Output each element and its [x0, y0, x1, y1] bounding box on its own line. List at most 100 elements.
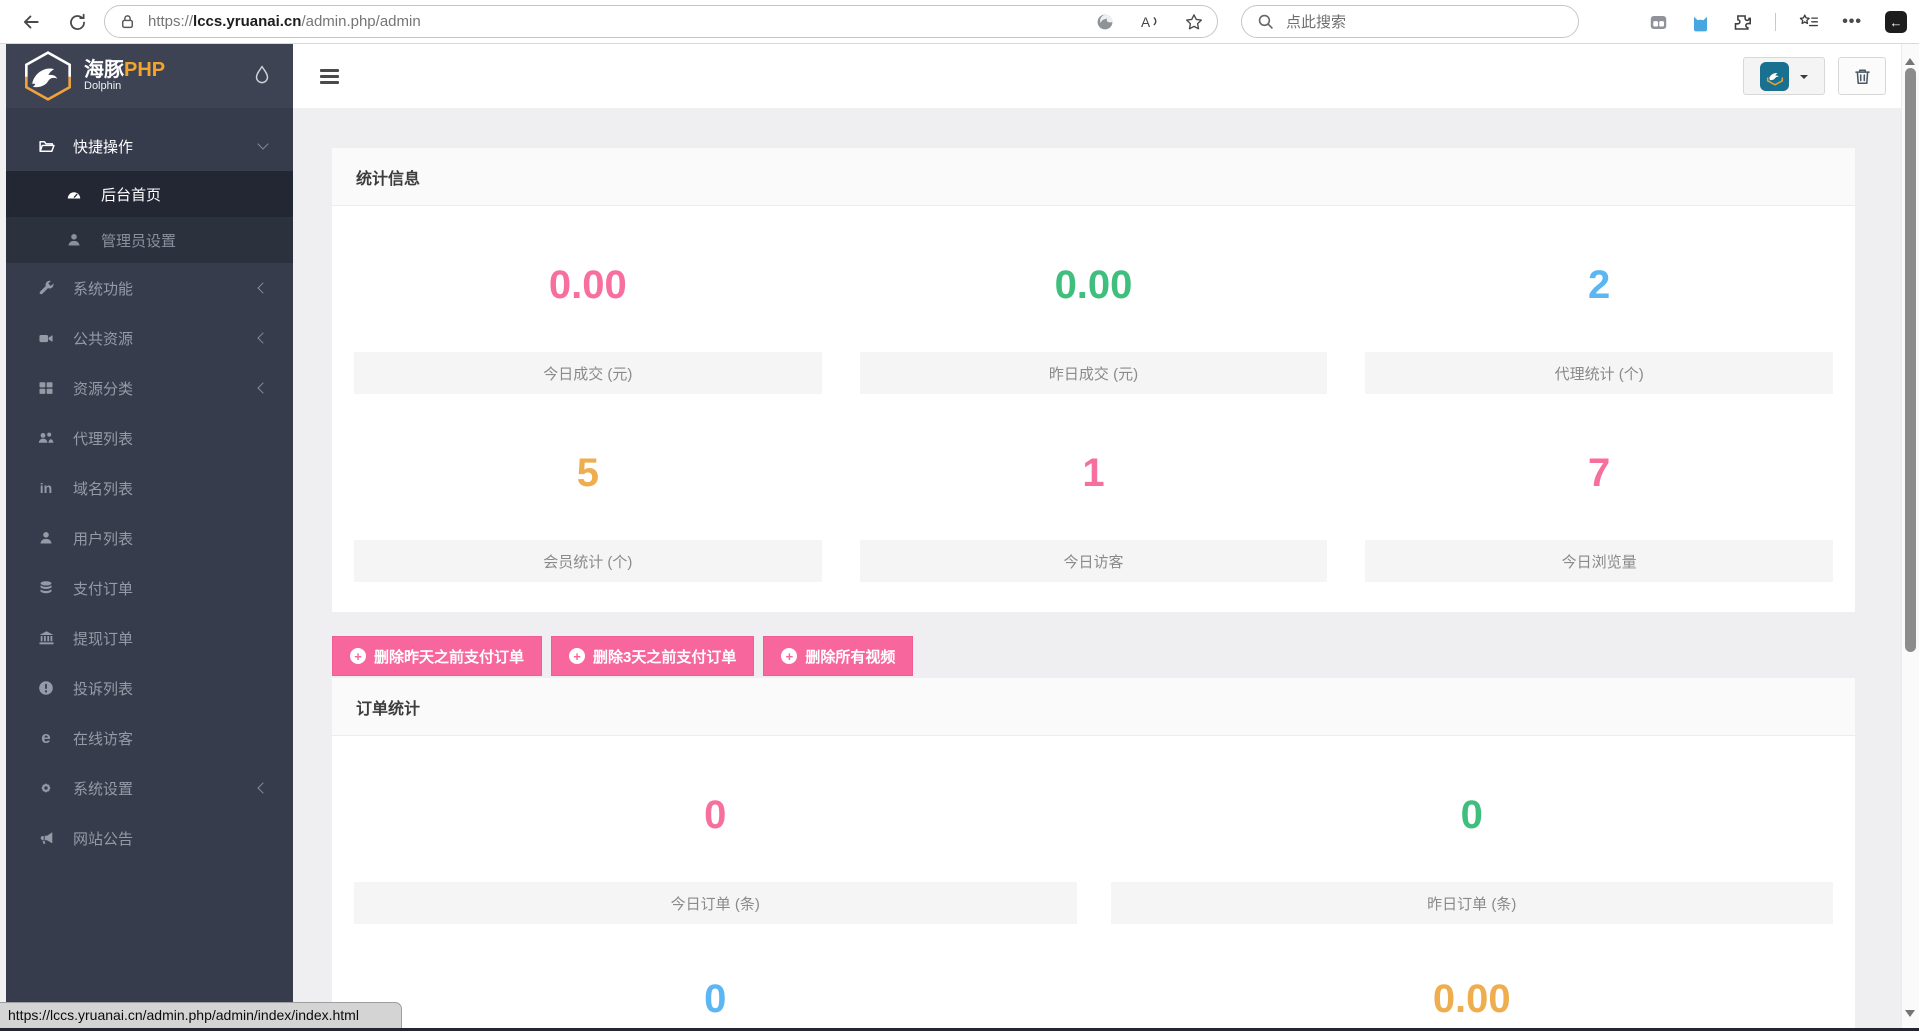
stat-value: 2 [1588, 263, 1611, 307]
sidebar-item-label: 投诉列表 [73, 680, 134, 698]
delete-all-videos-button[interactable]: + 删除所有视频 [763, 636, 914, 676]
search-box[interactable]: 点此搜索 [1241, 5, 1579, 38]
stat-value: 7 [1588, 451, 1611, 495]
logo-subtitle: Dolphin [84, 79, 122, 92]
sidebar-arrow-glyph: ← [1885, 11, 1907, 33]
screen: https://lccs.yruanai.cn/admin.php/admin … [0, 0, 1919, 1031]
extensions-puzzle-icon[interactable] [1733, 13, 1752, 32]
chevron-left-icon [257, 282, 269, 294]
search-icon [1258, 14, 1273, 29]
sidebar-item-user-list[interactable]: 用户列表 [6, 513, 293, 563]
logo-text: 海豚PHP Dolphin [84, 59, 165, 93]
caret-down-icon [1800, 74, 1808, 83]
scrollbar-thumb[interactable] [1905, 68, 1916, 652]
toolbar-divider [1775, 13, 1777, 31]
stat-cell: 2 代理统计 (个) [1365, 206, 1833, 394]
sidebar-item-label: 网站公告 [73, 830, 134, 848]
user-menu-button[interactable] [1743, 57, 1825, 95]
stat-cell: 1 今日访客 [859, 394, 1328, 582]
delete-pay-orders-before-yesterday-button[interactable]: + 删除昨天之前支付订单 [332, 636, 543, 676]
avatar [1760, 61, 1789, 91]
sidebar-item-label: 域名列表 [73, 480, 134, 498]
wrench-icon [36, 280, 56, 297]
search-placeholder: 点此搜索 [1286, 14, 1347, 31]
sidebar-item-label: 管理员设置 [101, 232, 177, 250]
stat-label: 今日访客 [859, 540, 1328, 582]
sidebar-toggle-button[interactable] [320, 69, 339, 87]
stat-cell: 7 今日浏览量 [1365, 394, 1833, 582]
scroll-up-arrow-icon[interactable] [1905, 53, 1915, 65]
sidebar-item-label: 支付订单 [73, 580, 134, 598]
browser-refresh-button[interactable] [62, 7, 92, 37]
more-menu-icon[interactable]: ••• [1842, 13, 1862, 31]
cat-extension-icon[interactable] [1691, 13, 1710, 32]
sidebar-item-quick-actions[interactable]: 快捷操作 [6, 121, 293, 171]
browser-action-icons: ••• ← [1649, 6, 1907, 38]
orders-grid: 0 今日订单 (条) 0 昨日订单 (条) 0 0.00 [332, 736, 1855, 1031]
read-aloud-icon[interactable]: A [1140, 13, 1159, 30]
user-icon [36, 530, 56, 546]
sidebar-item-public-resources[interactable]: 公共资源 [6, 313, 293, 363]
favorite-star-icon[interactable] [1185, 13, 1203, 31]
sidebar-item-withdrawal-orders[interactable]: 提现订单 [6, 613, 293, 663]
users-icon [36, 430, 56, 446]
split-tabs-icon[interactable] [1649, 13, 1668, 32]
stat-cell: 0.00 [1111, 924, 1834, 1030]
user-icon [64, 232, 84, 248]
folder-open-icon [36, 138, 56, 155]
sidebar-item-system-settings[interactable]: 系统设置 [6, 763, 293, 813]
sidebar-item-dashboard[interactable]: 后台首页 [6, 171, 293, 217]
sidebar-item-payment-orders[interactable]: 支付订单 [6, 563, 293, 613]
stat-cell: 5 会员统计 (个) [354, 394, 822, 582]
sidebar-item-label: 公共资源 [73, 330, 134, 348]
browser-toolbar: https://lccs.yruanai.cn/admin.php/admin … [0, 0, 1919, 44]
bulk-action-buttons: + 删除昨天之前支付订单 + 删除3天之前支付订单 + 删除所有视频 [332, 636, 1855, 676]
sidebar-menu: 快捷操作 后台首页 管理员设置 系统功能 公共资源 资源分类 代理列表 in 域… [6, 108, 293, 863]
button-label: 删除3天之前支付订单 [593, 648, 737, 666]
scrollbar[interactable] [1901, 44, 1919, 1031]
linkedin-icon: in [39, 480, 53, 496]
address-bar[interactable]: https://lccs.yruanai.cn/admin.php/admin … [104, 5, 1218, 38]
sidebar-item-online-visitors[interactable]: e 在线访客 [6, 713, 293, 763]
video-camera-icon [36, 331, 56, 346]
stats-grid: 0.00 今日成交 (元) 0.00 昨日成交 (元) 2 代理统计 (个) 5… [332, 206, 1855, 612]
chevron-left-icon [257, 332, 269, 344]
stat-label: 会员统计 (个) [354, 540, 822, 582]
stat-cell: 0 昨日订单 (条) [1110, 736, 1833, 924]
delete-pay-orders-before-3days-button[interactable]: + 删除3天之前支付订单 [551, 636, 755, 676]
button-label: 删除所有视频 [805, 648, 896, 666]
stats-card: 统计信息 0.00 今日成交 (元) 0.00 昨日成交 (元) 2 代理统计 … [332, 148, 1855, 612]
trash-icon [1854, 69, 1870, 84]
sidebar-item-domain-list[interactable]: in 域名列表 [6, 463, 293, 513]
quick-actions-submenu: 后台首页 管理员设置 [6, 171, 293, 263]
sidebar-item-system-functions[interactable]: 系统功能 [6, 263, 293, 313]
sidebar-item-label: 快捷操作 [73, 138, 134, 156]
favorites-bar-icon[interactable] [1799, 13, 1819, 31]
stat-value: 0 [704, 793, 727, 837]
sidebar-item-admin-settings[interactable]: 管理员设置 [6, 217, 293, 263]
status-bar-link: https://lccs.yruanai.cn/admin.php/admin/… [0, 1002, 402, 1028]
copilot-sidebar-icon[interactable]: ← [1885, 11, 1907, 33]
scroll-down-arrow-icon[interactable] [1905, 1010, 1915, 1022]
sidebar-item-complaint-list[interactable]: 投诉列表 [6, 663, 293, 713]
sidebar-item-label: 资源分类 [73, 380, 134, 398]
app-logo[interactable]: 海豚PHP Dolphin [6, 44, 293, 108]
plus-circle-icon: + [569, 648, 586, 664]
orders-card-header: 订单统计 [332, 678, 1855, 736]
sidebar-item-site-announcements[interactable]: 网站公告 [6, 813, 293, 863]
water-drop-icon[interactable] [253, 65, 271, 87]
stat-value: 0.00 [1054, 263, 1133, 307]
stats-card-header: 统计信息 [332, 148, 1855, 206]
url-host: lccs.yruanai.cn [193, 13, 302, 30]
stat-label: 今日订单 (条) [354, 882, 1077, 924]
sidebar-item-label: 代理列表 [73, 430, 134, 448]
browser-back-button[interactable] [16, 7, 46, 37]
main-area: 统计信息 0.00 今日成交 (元) 0.00 昨日成交 (元) 2 代理统计 … [293, 44, 1901, 1031]
stat-value: 0.00 [1432, 977, 1511, 1021]
sidebar-item-resource-categories[interactable]: 资源分类 [6, 363, 293, 413]
bullhorn-icon [36, 830, 56, 846]
trash-button[interactable] [1838, 57, 1886, 95]
sidebar-item-agent-list[interactable]: 代理列表 [6, 413, 293, 463]
tracking-prevention-icon[interactable] [1096, 13, 1114, 31]
stats-card-title: 统计信息 [356, 170, 421, 188]
